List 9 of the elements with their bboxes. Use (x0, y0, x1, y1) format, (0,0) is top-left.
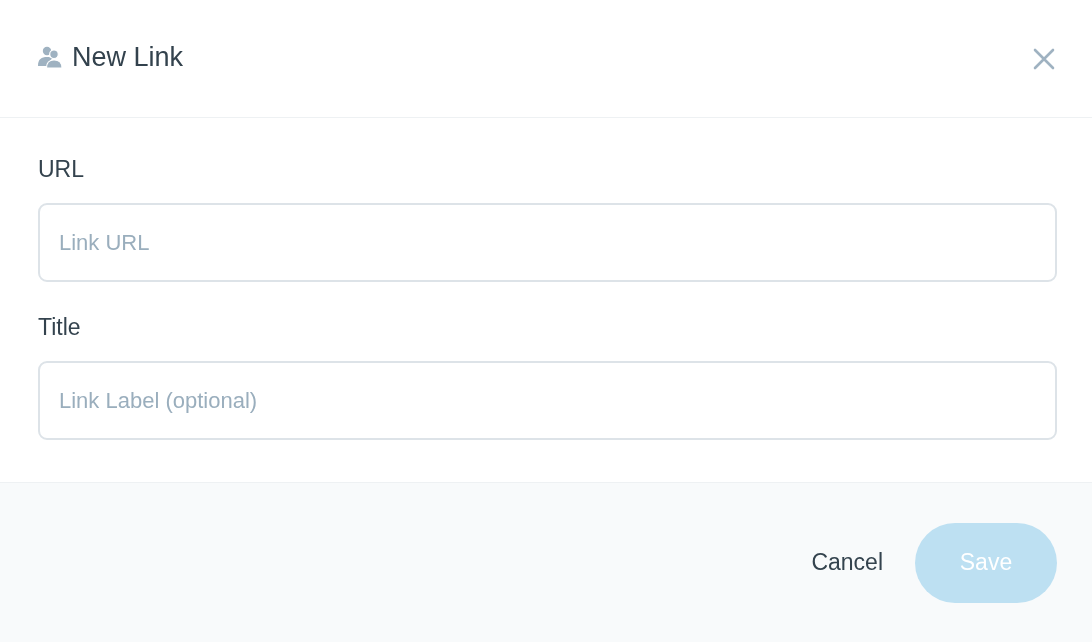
text-input[interactable]: Link URL (38, 203, 1057, 282)
people-icon (37, 45, 63, 68)
close-button[interactable] (1033, 47, 1055, 70)
field-label: URL (38, 155, 84, 183)
close-icon (1033, 47, 1055, 70)
cancel-button[interactable]: Cancel (809, 539, 885, 586)
text-input[interactable]: Link Label (optional) (38, 361, 1057, 440)
field-label: Title (38, 313, 81, 341)
dialog-title: New Link (72, 40, 184, 73)
